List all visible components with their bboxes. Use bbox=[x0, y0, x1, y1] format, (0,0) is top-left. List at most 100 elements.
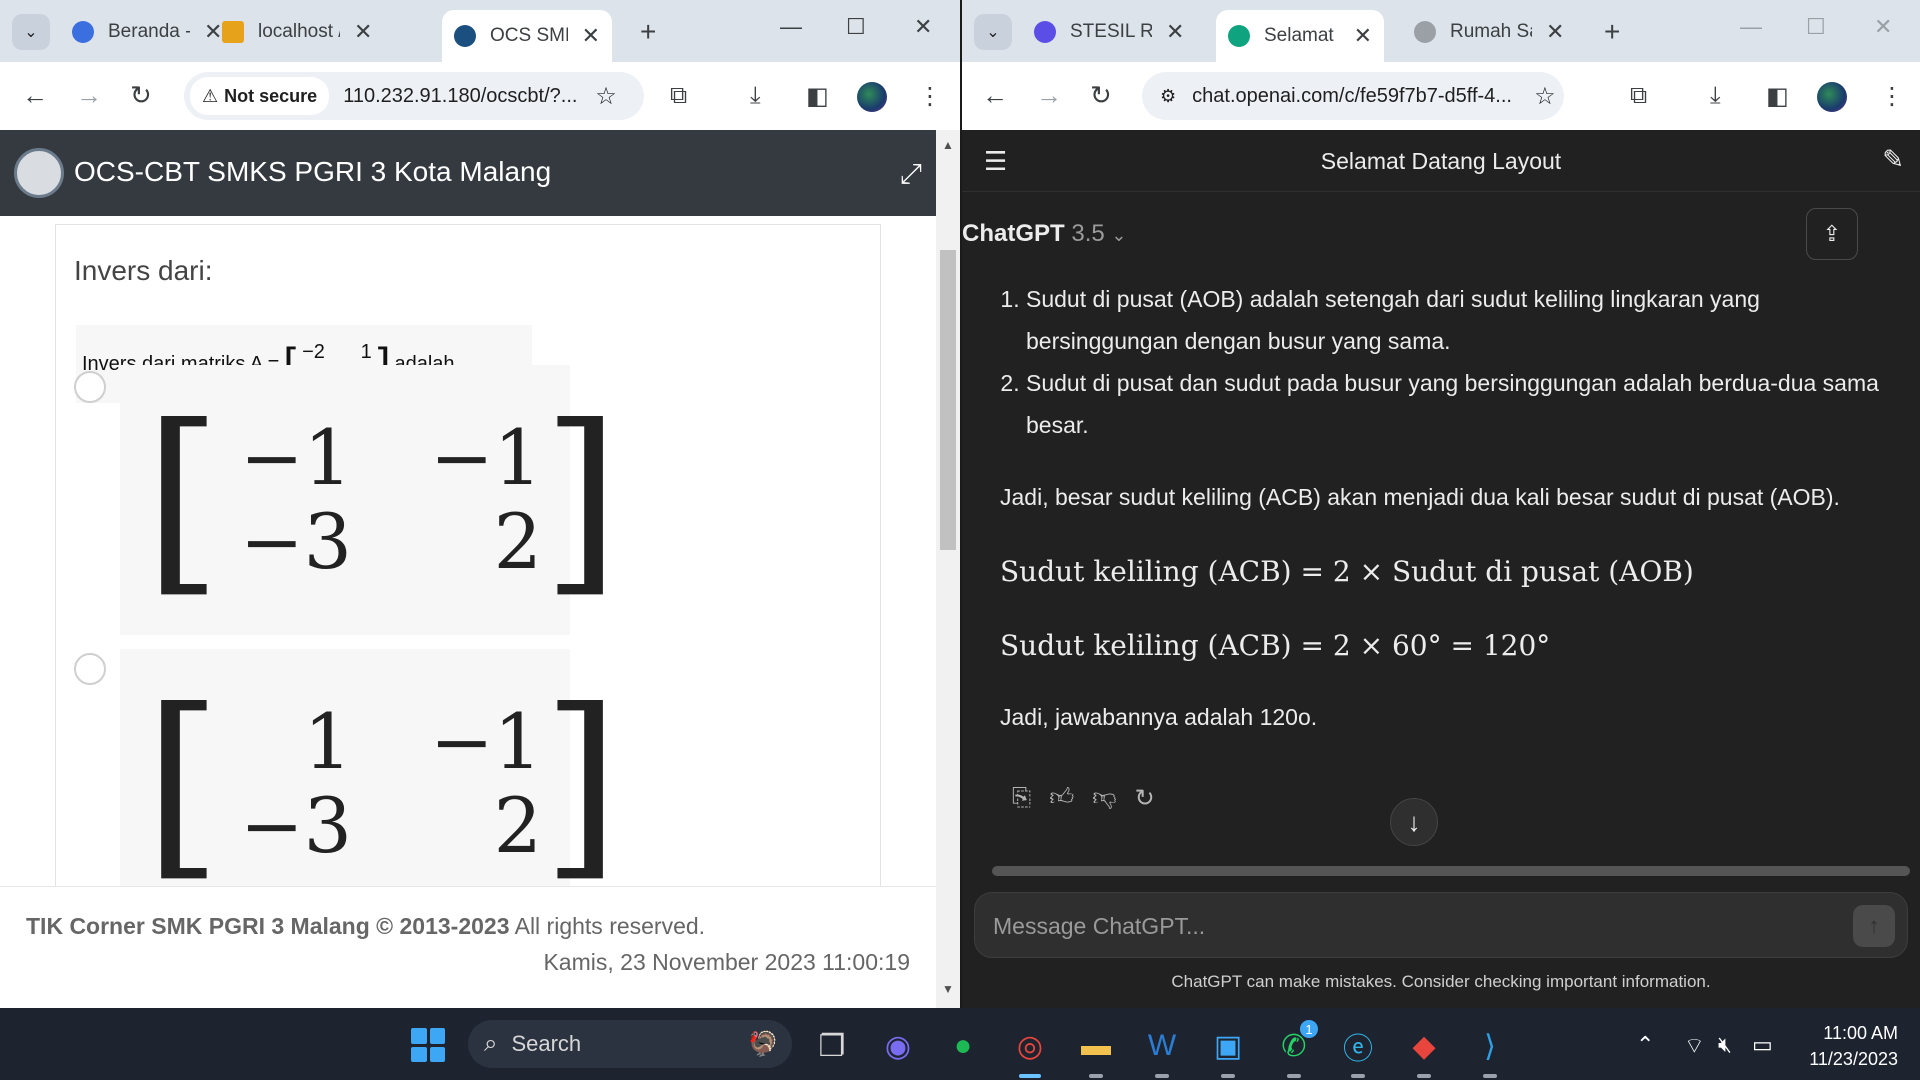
whatsapp-icon[interactable]: ✆ 1 bbox=[1274, 1020, 1318, 1066]
model-selector[interactable]: ChatGPT 3.5 ⌄ bbox=[962, 220, 1126, 248]
address-bar[interactable]: ⚙ chat.openai.com/c/fe59f7b7-d5ff-4... ☆ bbox=[1142, 72, 1564, 120]
back-icon[interactable]: ← bbox=[22, 80, 48, 111]
edge-favicon-icon bbox=[72, 21, 94, 43]
security-chip[interactable]: ⚠ Not secure bbox=[190, 77, 330, 115]
close-tab-icon[interactable]: ✕ bbox=[1546, 19, 1564, 45]
bookmark-star-icon[interactable]: ☆ bbox=[595, 82, 617, 111]
option-b-image[interactable]: [ 1 −3 −1 2 ] bbox=[120, 649, 620, 886]
maximize-icon[interactable]: ☐ bbox=[1806, 14, 1826, 40]
right-browser-window: ⌄ STESIL RS ✕ Selamat D ✕ Rumah Sa ✕ + —… bbox=[962, 0, 1920, 1008]
close-tab-icon[interactable]: ✕ bbox=[582, 23, 600, 49]
copy-icon[interactable]: ⎘ bbox=[1012, 784, 1031, 813]
new-tab-button[interactable]: + bbox=[640, 16, 656, 48]
vscode-icon[interactable]: ⟩ bbox=[1470, 1026, 1510, 1066]
tab-rumah-sakit[interactable]: Rumah Sa ✕ bbox=[1402, 12, 1576, 52]
chrome-icon[interactable]: ◎ bbox=[1010, 1026, 1050, 1066]
menu-kebab-icon[interactable]: ⋮ bbox=[918, 82, 942, 111]
running-indicator bbox=[1155, 1074, 1169, 1078]
option-b-radio[interactable] bbox=[74, 653, 106, 685]
tab-ocs-active[interactable]: OCS SMKS ✕ bbox=[442, 10, 612, 62]
footer-copyright: TIK Corner SMK PGRI 3 Malang © 2013-2023… bbox=[26, 913, 705, 940]
scroll-to-bottom-button[interactable]: ↓ bbox=[1390, 798, 1438, 846]
close-tab-icon[interactable]: ✕ bbox=[1354, 23, 1372, 49]
maximize-icon[interactable]: ☐ bbox=[846, 14, 866, 40]
edge-icon[interactable]: ⓔ bbox=[1338, 1026, 1378, 1066]
spotify-icon[interactable]: ● bbox=[943, 1026, 983, 1066]
forward-icon[interactable]: → bbox=[1036, 80, 1062, 111]
browser-toolbar: ← → ↻ ⚙ chat.openai.com/c/fe59f7b7-d5ff-… bbox=[962, 62, 1920, 130]
running-indicator bbox=[1351, 1074, 1365, 1078]
store-icon[interactable]: ▣ bbox=[1208, 1026, 1248, 1066]
word-icon[interactable]: W bbox=[1142, 1026, 1182, 1066]
wifi-icon[interactable]: ⌔ bbox=[1684, 1032, 1705, 1060]
tab-localhost[interactable]: localhost / ✕ bbox=[210, 12, 384, 52]
side-panel-icon[interactable]: ◧ bbox=[806, 82, 829, 111]
tab-stesil[interactable]: STESIL RS ✕ bbox=[1022, 12, 1196, 52]
battery-icon[interactable]: ▭ bbox=[1752, 1032, 1773, 1058]
url-text[interactable]: chat.openai.com/c/fe59f7b7-d5ff-4... bbox=[1192, 85, 1522, 108]
site-settings-icon[interactable]: ⚙ bbox=[1160, 86, 1176, 107]
ocs-footer: TIK Corner SMK PGRI 3 Malang © 2013-2023… bbox=[0, 886, 936, 1008]
option-a-image[interactable]: [ −1 −3 −1 2 ] bbox=[120, 365, 620, 635]
horizontal-scrollbar[interactable] bbox=[992, 866, 1910, 876]
globe-favicon-icon bbox=[1414, 21, 1436, 43]
task-view-icon[interactable]: ❐ bbox=[812, 1026, 852, 1066]
page-scrollbar[interactable]: ▲ ▼ bbox=[936, 130, 960, 1008]
url-text[interactable]: 110.232.91.180/ocscbt/?... bbox=[343, 85, 583, 108]
close-tab-icon[interactable]: ✕ bbox=[1166, 19, 1184, 45]
git-icon[interactable]: ◆ bbox=[1404, 1026, 1444, 1066]
regenerate-icon[interactable]: ↻ bbox=[1135, 784, 1155, 813]
phpmyadmin-favicon-icon bbox=[222, 21, 244, 43]
thumbs-down-icon[interactable]: 👎︎ bbox=[1092, 784, 1116, 813]
windows-start-icon[interactable] bbox=[411, 1028, 445, 1062]
scroll-up-arrow-icon[interactable]: ▲ bbox=[942, 138, 954, 152]
send-button[interactable]: ↑ bbox=[1853, 905, 1895, 947]
new-tab-button[interactable]: + bbox=[1604, 16, 1620, 48]
forward-icon[interactable]: → bbox=[76, 80, 102, 111]
profile-avatar[interactable] bbox=[1817, 82, 1847, 112]
site-title: OCS-CBT SMKS PGRI 3 Kota Malang bbox=[74, 156, 552, 187]
taskbar-search[interactable]: ⌕ Search 🦃 bbox=[468, 1020, 792, 1068]
fullscreen-expand-icon[interactable]: ⤢ bbox=[900, 158, 922, 191]
tab-chatgpt-active[interactable]: Selamat D ✕ bbox=[1216, 10, 1384, 62]
volume-muted-icon[interactable]: 🔇︎ bbox=[1718, 1032, 1732, 1058]
close-window-icon[interactable]: ✕ bbox=[1874, 14, 1892, 40]
back-icon[interactable]: ← bbox=[982, 80, 1008, 111]
left-browser-window: ⌄ Beranda - ✕ localhost / ✕ OCS SMKS ✕ +… bbox=[0, 0, 960, 1008]
search-highlight-icon: 🦃 bbox=[748, 1030, 778, 1058]
close-tab-icon[interactable]: ✕ bbox=[354, 19, 372, 45]
browser-toolbar: ← → ↻ ⚠ Not secure 110.232.91.180/ocscbt… bbox=[0, 62, 960, 130]
question-content: Invers dari: Invers dari matriks A = [ −… bbox=[0, 216, 936, 886]
scrollbar-thumb[interactable] bbox=[940, 250, 956, 550]
tab-search-button[interactable]: ⌄ bbox=[974, 14, 1012, 50]
file-explorer-icon[interactable]: ▬ bbox=[1076, 1026, 1116, 1066]
system-clock[interactable]: 11:00 AM 11/23/2023 bbox=[1809, 1020, 1898, 1072]
side-panel-icon[interactable]: ◧ bbox=[1766, 82, 1789, 111]
tab-search-button[interactable]: ⌄ bbox=[12, 14, 50, 50]
search-icon: ⌕ bbox=[484, 1030, 498, 1057]
download-icon[interactable]: ⤓ bbox=[1710, 82, 1721, 110]
message-actions: ⎘ 👍︎ 👎︎ ↻ bbox=[1012, 784, 1155, 813]
profile-avatar[interactable] bbox=[857, 82, 887, 112]
new-chat-edit-icon[interactable]: ✎ bbox=[1882, 144, 1904, 175]
tab-beranda[interactable]: Beranda - ✕ bbox=[60, 12, 234, 52]
scroll-down-arrow-icon[interactable]: ▼ bbox=[942, 982, 954, 996]
option-a-radio[interactable] bbox=[74, 371, 106, 403]
download-icon[interactable]: ⤓ bbox=[750, 82, 761, 110]
close-window-icon[interactable]: ✕ bbox=[914, 14, 932, 40]
share-button[interactable]: ⇪ bbox=[1806, 208, 1858, 260]
extensions-icon[interactable]: ⧉ bbox=[670, 82, 687, 110]
extensions-icon[interactable]: ⧉ bbox=[1630, 82, 1647, 110]
menu-kebab-icon[interactable]: ⋮ bbox=[1880, 82, 1904, 111]
address-bar[interactable]: ⚠ Not secure 110.232.91.180/ocscbt/?... … bbox=[184, 72, 644, 120]
reload-icon[interactable]: ↻ bbox=[130, 80, 152, 111]
bookmark-star-icon[interactable]: ☆ bbox=[1534, 82, 1556, 111]
reload-icon[interactable]: ↻ bbox=[1090, 80, 1112, 111]
minimize-icon[interactable]: — bbox=[780, 14, 802, 40]
message-input[interactable] bbox=[993, 909, 1793, 943]
clock-date: 11/23/2023 bbox=[1809, 1049, 1898, 1069]
thumbs-up-icon[interactable]: 👍︎ bbox=[1049, 784, 1074, 813]
discord-icon[interactable]: ◉ bbox=[878, 1026, 918, 1066]
minimize-icon[interactable]: — bbox=[1740, 14, 1762, 40]
show-hidden-icons-chevron-icon[interactable]: ⌃ bbox=[1636, 1032, 1654, 1058]
